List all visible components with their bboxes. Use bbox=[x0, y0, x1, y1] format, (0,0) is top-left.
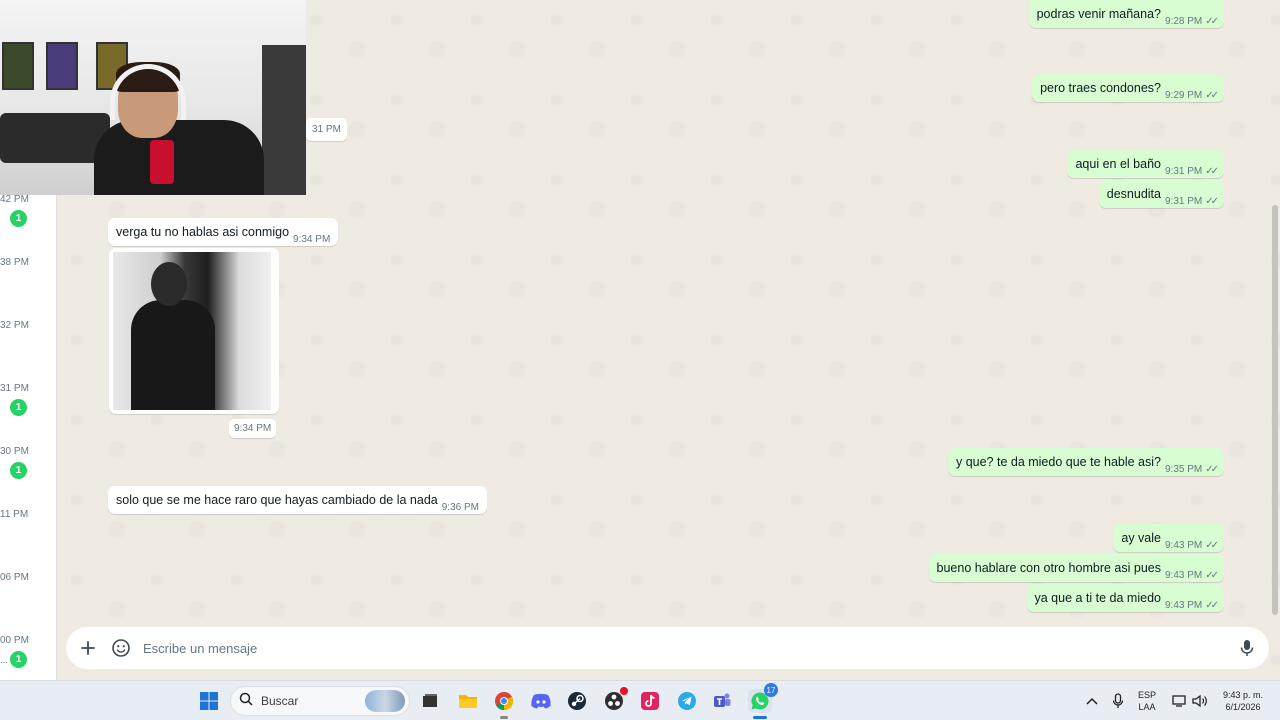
outgoing-message[interactable]: bueno hablare con otro hombre asi pues 9… bbox=[928, 554, 1224, 582]
unread-badge: 1 bbox=[10, 462, 27, 479]
search-icon bbox=[239, 692, 253, 711]
wall-poster bbox=[2, 42, 34, 90]
image-message[interactable] bbox=[109, 248, 279, 414]
outgoing-message[interactable]: ya que a ti te da miedo 9:43 PM ✓✓ bbox=[1026, 584, 1224, 612]
message-time: 9:29 PM bbox=[1164, 90, 1203, 101]
message-composer bbox=[66, 627, 1269, 669]
steam-icon[interactable] bbox=[565, 689, 589, 713]
language-code: ESP bbox=[1138, 690, 1157, 700]
search-highlight-image bbox=[365, 690, 405, 712]
message-text: aqui en el baño bbox=[1075, 157, 1161, 171]
obs-icon[interactable] bbox=[602, 687, 628, 713]
clock[interactable]: 9:43 p. m. 6/1/2026 bbox=[1216, 689, 1270, 713]
read-ticks-icon: ✓✓ bbox=[1205, 196, 1219, 207]
discord-icon[interactable] bbox=[529, 689, 553, 713]
read-ticks-icon: ✓✓ bbox=[1205, 600, 1219, 611]
file-explorer-icon[interactable] bbox=[456, 689, 480, 713]
unread-badge: 1 bbox=[10, 399, 27, 416]
outgoing-message[interactable]: pero traes condones? 9:29 PM ✓✓ bbox=[1032, 74, 1224, 102]
keyboard-layout: LAA bbox=[1138, 702, 1156, 712]
streamer-body bbox=[94, 120, 264, 195]
outgoing-message[interactable]: aqui en el baño 9:31 PM ✓✓ bbox=[1067, 150, 1224, 178]
running-indicator bbox=[500, 716, 508, 719]
whatsapp-notification-badge: 17 bbox=[764, 683, 778, 697]
windows-taskbar: Buscar 17 ESP LAA 9:43 p. m. 6/1/2026 bbox=[0, 680, 1280, 720]
incoming-message[interactable]: solo que se me hace raro que hayas cambi… bbox=[108, 486, 487, 514]
volume-icon[interactable] bbox=[1188, 689, 1212, 713]
message-text: verga tu no hablas asi conmigo bbox=[116, 225, 290, 239]
scrollbar-thumb[interactable] bbox=[1272, 205, 1278, 615]
wall-poster bbox=[46, 42, 78, 90]
message-input[interactable] bbox=[143, 640, 1237, 656]
outgoing-message[interactable]: desnudita 9:31 PM ✓✓ bbox=[1098, 180, 1224, 208]
whatsapp-icon[interactable]: 17 bbox=[748, 683, 778, 719]
outgoing-message[interactable]: podras venir mañana? 9:28 PM ✓✓ bbox=[1028, 0, 1224, 28]
message-time: 9:28 PM bbox=[1164, 16, 1203, 27]
read-ticks-icon: ✓✓ bbox=[1205, 16, 1219, 27]
message-text: podras venir mañana? bbox=[1036, 7, 1161, 21]
microphone-icon[interactable] bbox=[1237, 638, 1257, 658]
chat-list-time: 42 PM bbox=[0, 194, 29, 205]
message-text: bueno hablare con otro hombre asi pues bbox=[936, 561, 1161, 575]
message-time: 9:31 PM bbox=[1164, 166, 1203, 177]
message-text: desnudita bbox=[1106, 187, 1161, 201]
language-indicator[interactable]: ESP LAA bbox=[1138, 689, 1156, 713]
outgoing-message[interactable]: ay vale 9:43 PM ✓✓ bbox=[1113, 524, 1224, 552]
telegram-icon[interactable] bbox=[675, 689, 699, 713]
unread-badge: 1 bbox=[10, 651, 27, 668]
sticker-icon[interactable] bbox=[111, 638, 131, 658]
chrome-icon[interactable] bbox=[492, 689, 516, 719]
photo-figure-body bbox=[131, 300, 215, 410]
shelf bbox=[262, 45, 306, 195]
photo-figure-head bbox=[151, 262, 187, 306]
clock-time: 9:43 p. m. bbox=[1222, 690, 1264, 700]
message-time: 31 PM bbox=[306, 118, 347, 141]
message-text: ya que a ti te da miedo bbox=[1034, 591, 1161, 605]
chat-list-time: 31 PM bbox=[0, 383, 29, 394]
task-view-icon[interactable] bbox=[418, 689, 442, 713]
message-text: pero traes condones? bbox=[1040, 81, 1161, 95]
message-text: ay vale bbox=[1121, 531, 1161, 545]
message-time: 9:31 PM bbox=[1164, 196, 1203, 207]
message-photo[interactable] bbox=[113, 252, 271, 410]
microphone bbox=[150, 140, 174, 184]
active-indicator bbox=[753, 716, 767, 719]
search-label: Buscar bbox=[261, 694, 299, 708]
unread-badge: 1 bbox=[10, 210, 27, 227]
outgoing-message[interactable]: y que? te da miedo que te hable asi? 9:3… bbox=[947, 448, 1224, 476]
recording-dot-icon bbox=[620, 687, 628, 695]
read-ticks-icon: ✓✓ bbox=[1205, 464, 1219, 475]
chat-list-preview: ... bbox=[0, 655, 8, 665]
windows-start-icon[interactable] bbox=[197, 689, 221, 713]
microphone-tray-icon[interactable] bbox=[1106, 689, 1130, 713]
message-time: 9:35 PM bbox=[1164, 464, 1203, 475]
incoming-message[interactable]: verga tu no hablas asi conmigo 9:34 PM bbox=[108, 218, 339, 246]
read-ticks-icon: ✓✓ bbox=[1205, 166, 1219, 177]
message-text: y que? te da miedo que te hable asi? bbox=[955, 455, 1161, 469]
message-time: 9:43 PM bbox=[1164, 540, 1203, 551]
teams-icon[interactable] bbox=[710, 689, 734, 713]
chat-list-time: 00 PM bbox=[0, 635, 29, 646]
message-time: 9:34 PM bbox=[293, 234, 331, 245]
chat-list-time: 11 PM bbox=[0, 509, 29, 520]
message-text: solo que se me hace raro que hayas cambi… bbox=[116, 493, 438, 507]
message-time: 9:34 PM bbox=[229, 419, 277, 438]
chat-list-time: 32 PM bbox=[0, 320, 29, 331]
plus-icon[interactable] bbox=[78, 638, 98, 658]
chevron-up-icon[interactable] bbox=[1080, 689, 1104, 713]
message-time: 9:43 PM bbox=[1164, 600, 1203, 611]
chat-list-time: 06 PM bbox=[0, 572, 29, 583]
webcam-overlay bbox=[0, 0, 306, 195]
tiktok-icon[interactable] bbox=[638, 689, 662, 713]
message-time: 9:36 PM bbox=[441, 502, 479, 513]
read-ticks-icon: ✓✓ bbox=[1205, 540, 1219, 551]
taskbar-search[interactable]: Buscar bbox=[230, 686, 410, 716]
read-ticks-icon: ✓✓ bbox=[1205, 90, 1219, 101]
read-ticks-icon: ✓✓ bbox=[1205, 570, 1219, 581]
chat-list-time: 38 PM bbox=[0, 257, 29, 268]
clock-date: 6/1/2026 bbox=[1225, 702, 1261, 712]
message-time: 9:43 PM bbox=[1164, 570, 1203, 581]
chat-list-time: 30 PM bbox=[0, 446, 29, 457]
